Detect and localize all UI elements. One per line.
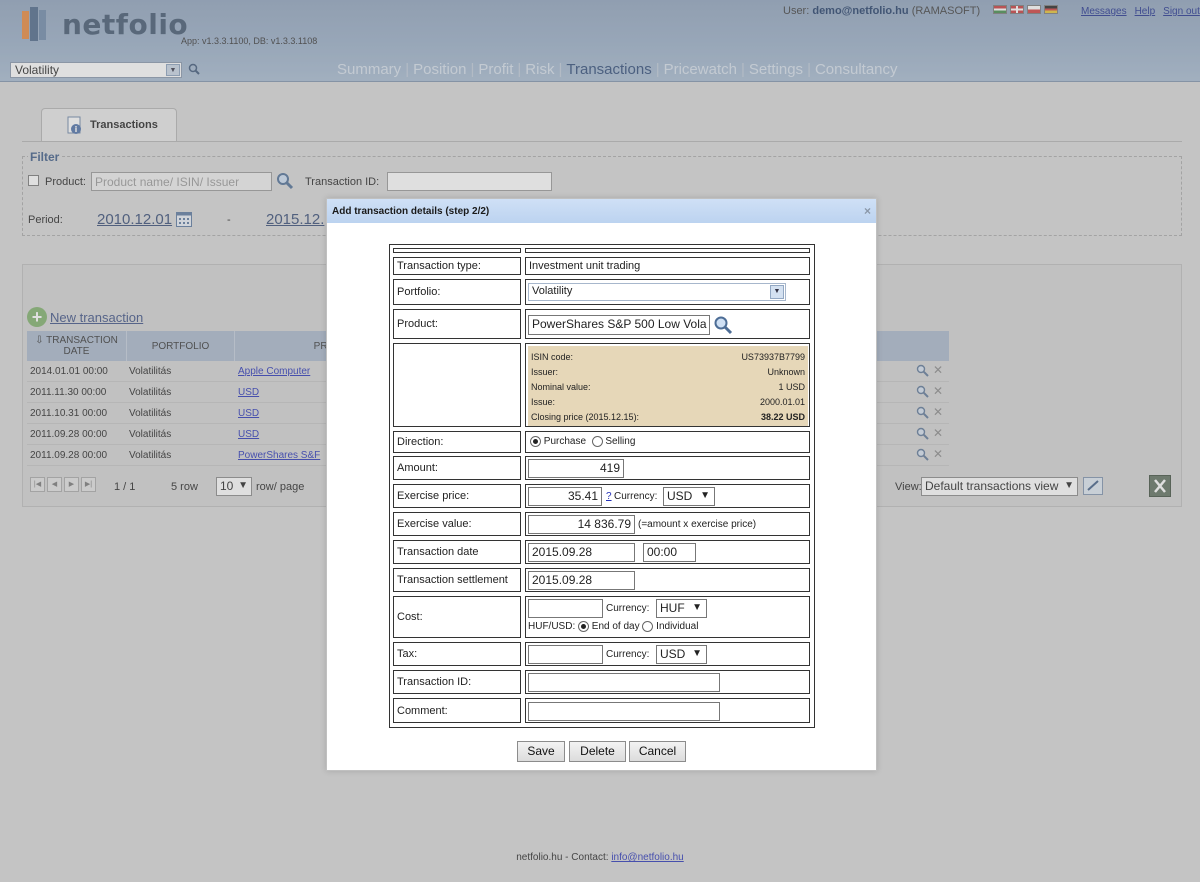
exercise-currency-select[interactable]: USD ▼ (663, 487, 715, 506)
comment-input[interactable] (528, 702, 720, 721)
chevron-down-icon: ▼ (700, 490, 710, 501)
transaction-type-label: Transaction type: (393, 257, 521, 275)
product-label: Product: (393, 309, 521, 339)
chevron-down-icon: ▼ (770, 285, 784, 299)
product-cell: PowerShares S&P 500 Low Vola (525, 309, 810, 339)
transaction-type-value: Investment unit trading (525, 257, 810, 275)
portfolio-label: Portfolio: (393, 279, 521, 305)
add-transaction-dialog: Add transaction details (step 2/2) × Tra… (326, 198, 877, 771)
exercise-value-input[interactable]: 14 836.79 (528, 515, 635, 534)
individual-radio[interactable] (642, 621, 654, 632)
portfolio-dropdown-value: Volatility (532, 285, 573, 297)
exercise-currency-value: USD (667, 489, 693, 503)
chevron-down-icon: ▼ (692, 648, 702, 659)
huf-usd-label: HUF/USD: (528, 621, 576, 633)
dialog-header: Add transaction details (step 2/2) × (327, 199, 876, 223)
selling-radio[interactable] (591, 436, 603, 447)
transaction-form: Transaction type: Investment unit tradin… (389, 244, 815, 728)
info-row-isin: ISIN code: US73937B7799 (531, 351, 805, 362)
exercise-value-note: (=amount x exercise price) (638, 519, 757, 530)
product-info-spacer (393, 343, 521, 427)
tax-input[interactable] (528, 645, 603, 664)
form-spacer-cell (525, 248, 810, 253)
purchase-label: Purchase (543, 436, 587, 448)
dialog-title: Add transaction details (step 2/2) (332, 206, 490, 217)
amount-cell: 419 (525, 456, 810, 480)
product-search-icon[interactable] (713, 315, 733, 335)
tax-currency-select[interactable]: USD ▼ (656, 645, 707, 664)
comment-label: Comment: (393, 698, 521, 723)
form-spacer-cell (393, 248, 521, 253)
transaction-time-input[interactable]: 00:00 (643, 543, 696, 562)
individual-label: Individual (656, 621, 699, 633)
exercise-price-input[interactable]: 35.41 (528, 487, 602, 506)
cost-label: Cost: (393, 596, 521, 638)
info-row-nominal: Nominal value: 1 USD (531, 381, 805, 392)
transaction-date-cell: 2015.09.28 00:00 (525, 540, 810, 564)
end-of-day-label: End of day (591, 621, 640, 633)
purchase-radio[interactable] (530, 436, 541, 447)
comment-cell (525, 698, 810, 723)
info-row-closing-price: Closing price (2015.12.15): 38.22 USD (531, 411, 805, 422)
tax-currency-label: Currency: (606, 649, 650, 660)
exercise-price-label: Exercise price: (393, 484, 521, 508)
transaction-id-label: Transaction ID: (393, 670, 521, 694)
selling-label: Selling (605, 436, 636, 448)
tax-currency-value: USD (660, 647, 686, 661)
cost-currency-value: HUF (660, 601, 685, 615)
cost-currency-label: Currency: (606, 603, 650, 614)
settlement-date-input[interactable]: 2015.09.28 (528, 571, 635, 590)
settlement-label: Transaction settlement (393, 568, 521, 592)
product-input[interactable]: PowerShares S&P 500 Low Vola (528, 315, 710, 335)
cost-cell: Currency: HUF ▼ HUF/USD: End of day Indiv… (525, 596, 810, 638)
cost-currency-select[interactable]: HUF ▼ (656, 599, 707, 618)
cost-input[interactable] (528, 599, 603, 618)
portfolio-dropdown[interactable]: Volatility ▼ (528, 283, 786, 301)
direction-cell: Purchase Selling (525, 431, 810, 453)
close-icon[interactable]: × (864, 204, 871, 218)
tax-cell: Currency: USD ▼ (525, 642, 810, 666)
delete-button[interactable]: Delete (569, 741, 626, 762)
transaction-date-label: Transaction date (393, 540, 521, 564)
exercise-price-cell: 35.41 ? Currency: USD ▼ (525, 484, 810, 508)
portfolio-cell: Volatility ▼ (525, 279, 810, 305)
transaction-date-input[interactable]: 2015.09.28 (528, 543, 635, 562)
product-info-box: ISIN code: US73937B7799 Issuer: Unknown No… (528, 346, 808, 426)
amount-input[interactable]: 419 (528, 459, 624, 478)
settlement-cell: 2015.09.28 (525, 568, 810, 592)
save-button[interactable]: Save (517, 741, 565, 762)
direction-label: Direction: (393, 431, 521, 453)
info-row-issuer: Issuer: Unknown (531, 366, 805, 377)
tax-label: Tax: (393, 642, 521, 666)
help-link[interactable]: ? (606, 491, 612, 502)
chevron-down-icon: ▼ (692, 602, 702, 613)
exercise-currency-label: Currency: (614, 491, 658, 502)
end-of-day-radio[interactable] (578, 621, 590, 632)
info-row-issue: Issue: 2000.01.01 (531, 396, 805, 407)
cancel-button[interactable]: Cancel (629, 741, 686, 762)
exercise-value-cell: 14 836.79 (=amount x exercise price) (525, 512, 810, 536)
product-info-cell: ISIN code: US73937B7799 Issuer: Unknown No… (525, 343, 810, 427)
transaction-id-input[interactable] (528, 673, 720, 692)
transaction-id-cell (525, 670, 810, 694)
exercise-value-label: Exercise value: (393, 512, 521, 536)
amount-label: Amount: (393, 456, 521, 480)
